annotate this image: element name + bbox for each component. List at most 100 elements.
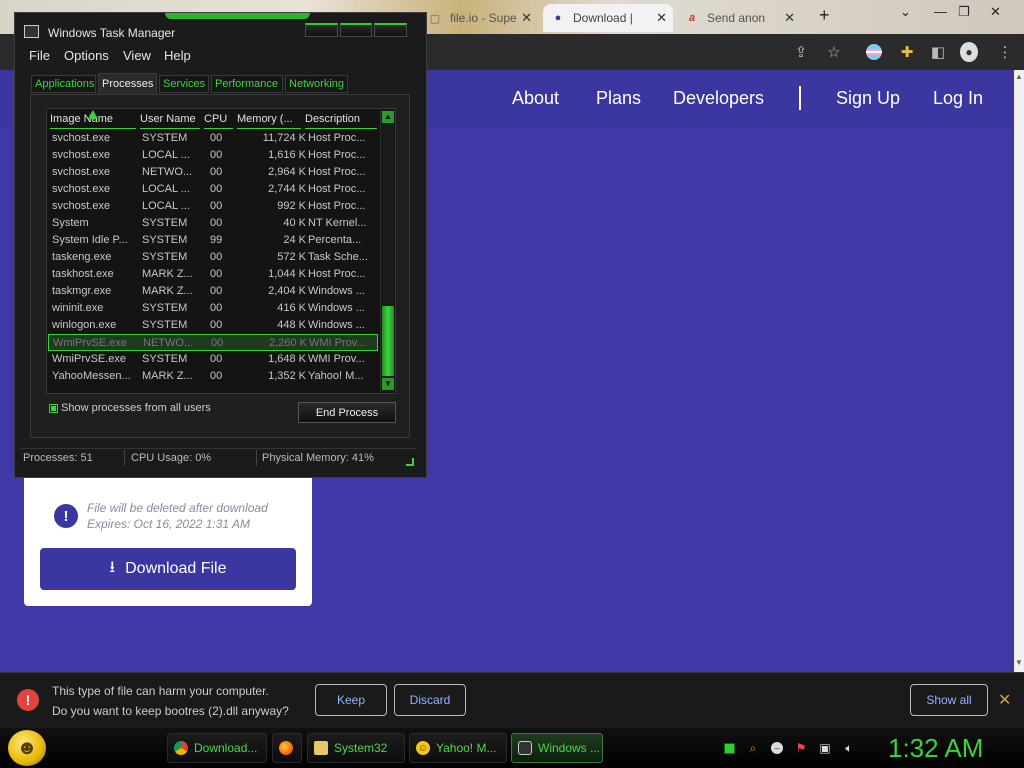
table-row[interactable]: svchost.exe LOCAL ... 00 1,616 K Host Proc..… [48,147,378,164]
account-icon[interactable]: ● [960,42,978,62]
table-row[interactable]: winlogon.exe SYSTEM 00 448 K Windows ... [48,317,378,334]
show-all-button[interactable]: Show all [910,684,988,716]
messenger-icon[interactable]: – [770,741,784,755]
download-warning-bar: ! This type of file can harm your comput… [0,672,1024,728]
close-window-button[interactable]: ✕ [990,4,1001,20]
new-tab-button[interactable]: + [819,5,830,26]
maximize-button[interactable]: ❐ [958,4,970,20]
table-row[interactable]: System SYSTEM 00 40 K NT Kernel... [48,215,378,232]
tab-applications[interactable]: Applications [31,75,96,93]
cell-cpu: 00 [210,166,223,178]
download-file-button[interactable]: ⭳ Download File [40,548,296,590]
tab-performance[interactable]: Performance [211,75,283,93]
table-row[interactable]: taskhost.exe MARK Z... 00 1,044 K Host Proc.… [48,266,378,283]
window-controls [305,23,408,37]
tab-processes[interactable]: Processes [98,73,157,94]
cell-description: Yahoo! M... [308,370,364,382]
start-button[interactable]: ☻ [8,730,46,766]
cell-cpu: 00 [210,285,223,297]
taskbar-item-explorer[interactable]: System32 [307,733,405,763]
star-icon[interactable]: ☆ [825,43,843,61]
green-square-icon[interactable] [722,741,736,755]
cell-memory: 992 K [277,200,306,212]
cell-user-name: SYSTEM [142,302,188,314]
scroll-down-arrow-icon[interactable]: ▼ [382,378,394,390]
close-tab-icon[interactable]: ✕ [784,10,795,26]
menu-options[interactable]: Options [64,48,109,63]
table-row[interactable]: taskmgr.exe MARK Z... 00 2,404 K Windows ... [48,283,378,300]
table-row[interactable]: svchost.exe SYSTEM 00 11,724 K Host Proc... [48,130,378,147]
cell-description: WMI Prov... [308,353,365,365]
network-icon[interactable]: ▣ [818,741,832,755]
cell-image-name: svchost.exe [52,200,111,212]
taskbar-item-label: Download... [194,741,258,755]
minimize-button[interactable] [305,23,338,37]
table-row[interactable]: svchost.exe LOCAL ... 00 992 K Host Proc... [48,198,378,215]
close-tab-icon[interactable]: ✕ [521,10,532,26]
page-scrollbar[interactable]: ▲ ▼ [1014,70,1024,672]
taskbar-item-task-manager[interactable]: Windows ... [511,733,603,763]
table-row[interactable]: WmiPrvSE.exe SYSTEM 00 1,648 K WMI Prov... [48,351,378,368]
cell-cpu: 00 [211,337,224,349]
discard-button[interactable]: Discard [394,684,466,716]
table-row[interactable]: System Idle P... SYSTEM 99 24 K Percenta... [48,232,378,249]
table-row[interactable]: svchost.exe LOCAL ... 00 2,744 K Host Proc..… [48,181,378,198]
cell-memory: 2,404 K [268,285,306,297]
table-row[interactable]: taskeng.exe SYSTEM 00 572 K Task Sche... [48,249,378,266]
menu-help[interactable]: Help [164,48,191,63]
sidepanel-icon[interactable]: ◧ [929,43,947,61]
resize-grip[interactable] [406,458,414,466]
cell-memory: 1,044 K [268,268,306,280]
browser-tab-send-anon[interactable]: a Send anon ✕ [677,4,801,32]
scroll-down-arrow-icon[interactable]: ▼ [1015,658,1023,667]
column-description[interactable]: Description [305,113,377,129]
tab-networking[interactable]: Networking [285,75,348,93]
scroll-thumb[interactable] [382,306,394,376]
cell-user-name: SYSTEM [142,353,188,365]
column-cpu[interactable]: CPU [204,113,233,129]
menu-file[interactable]: File [29,48,50,63]
taskbar-clock[interactable]: 1:32 AM [888,733,983,764]
cell-cpu: 00 [210,268,223,280]
flag-icon[interactable]: ⚑ [794,741,808,755]
browser-tab-file-io[interactable]: ▢ file.io - Supe ✕ [420,4,538,32]
nav-developers[interactable]: Developers [673,88,764,109]
taskbar-item-firefox[interactable] [272,733,302,763]
extensions-icon[interactable]: ✚ [898,43,916,61]
taskbar-item-yahoo-messenger[interactable]: ☺ Yahoo! M... [409,733,507,763]
end-process-button[interactable]: End Process [298,402,396,423]
tab-services[interactable]: Services [159,75,209,93]
close-download-bar-icon[interactable]: ✕ [998,690,1011,710]
search-icon[interactable]: ⌕ [746,741,760,755]
table-row[interactable]: wininit.exe SYSTEM 00 416 K Windows ... [48,300,378,317]
close-tab-icon[interactable]: ✕ [656,10,667,26]
close-button[interactable] [374,23,408,37]
tab-search-chevron-icon[interactable]: ⌄ [900,4,911,20]
expiry-notice: Expires: Oct 16, 2022 1:31 AM [87,517,250,531]
nav-plans[interactable]: Plans [596,88,641,109]
table-row[interactable]: svchost.exe NETWO... 00 2,964 K Host Proc... [48,164,378,181]
browser-tab-download[interactable]: ● Download | ✕ [543,4,673,32]
nav-signup[interactable]: Sign Up [836,88,900,109]
volume-icon[interactable]: 🔈︎ [842,741,856,755]
scroll-up-arrow-icon[interactable]: ▲ [1015,72,1023,81]
nav-about[interactable]: About [512,88,559,109]
column-user-name[interactable]: User Name [140,113,200,129]
process-list-scrollbar[interactable]: ▲ ▼ [380,110,394,392]
cell-user-name: MARK Z... [142,268,193,280]
table-row[interactable]: YahooMessen... MARK Z... 00 1,352 K Yahoo! M… [48,368,378,385]
profile-flag-icon[interactable] [865,43,883,61]
menu-icon[interactable]: ⋮ [996,43,1014,61]
scroll-up-arrow-icon[interactable]: ▲ [382,111,394,123]
share-icon[interactable]: ⇪ [792,43,810,61]
cell-cpu: 00 [210,319,223,331]
nav-login[interactable]: Log In [933,88,983,109]
taskbar-item-chrome[interactable]: Download... [167,733,267,763]
column-memory[interactable]: Memory (... [237,113,301,129]
minimize-button[interactable]: — [934,4,947,19]
table-row[interactable]: WmiPrvSE.exe NETWO... 00 2,260 K WMI Prov... [48,334,378,351]
menu-view[interactable]: View [123,48,151,63]
maximize-button[interactable] [339,23,373,37]
keep-button[interactable]: Keep [315,684,387,716]
show-all-users-checkbox[interactable] [49,404,58,413]
